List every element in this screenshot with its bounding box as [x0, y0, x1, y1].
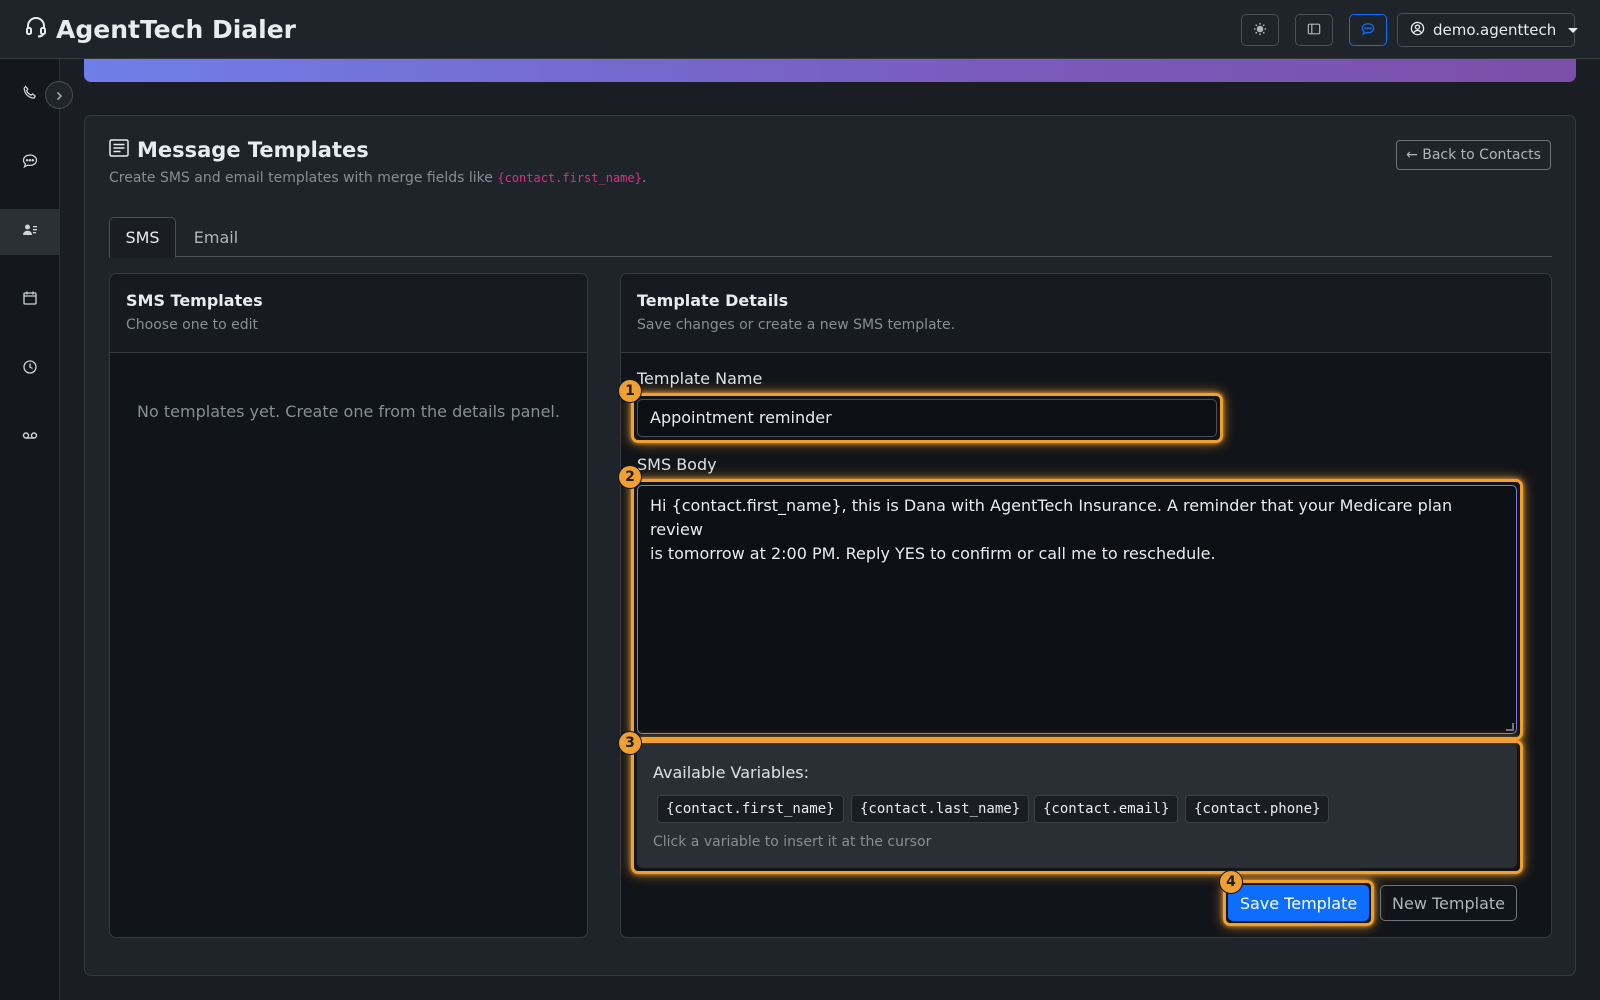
chat-icon: [1361, 21, 1375, 40]
page-subtitle-text: Create SMS and email templates with merg…: [109, 170, 498, 186]
variable-chip-last-name[interactable]: {contact.last_name}: [851, 795, 1030, 823]
calendar-icon: [22, 290, 38, 310]
templates-card: Message Templates Create SMS and email t…: [84, 115, 1576, 976]
annotation-badge: 4: [1219, 870, 1243, 894]
sidebar-toggle-button[interactable]: [1295, 14, 1333, 46]
merge-field-example: {contact.first_name}: [497, 171, 642, 185]
app-title: AgentTech Dialer: [56, 14, 297, 44]
voicemail-icon: [22, 427, 38, 447]
theme-toggle-button[interactable]: [1241, 14, 1279, 46]
app-brand[interactable]: AgentTech Dialer: [24, 14, 296, 44]
back-to-contacts-button[interactable]: ← Back to Contacts: [1396, 140, 1551, 170]
available-variables-box: Available Variables: {contact.first_name…: [637, 744, 1517, 868]
sidebar-item-history[interactable]: [0, 346, 59, 392]
user-circle-icon: [1410, 21, 1425, 40]
user-menu-dropdown[interactable]: demo.agenttech: [1397, 13, 1579, 47]
chevron-right-icon: [54, 86, 64, 105]
new-template-button[interactable]: New Template: [1380, 885, 1517, 921]
tab-sms[interactable]: SMS: [109, 217, 176, 258]
top-navbar: AgentTech Dialer demo.agenttech: [0, 0, 1600, 59]
annotation-badge: 3: [618, 731, 642, 755]
template-name-label: Template Name: [637, 369, 763, 388]
page-subtitle: Create SMS and email templates with merg…: [109, 170, 646, 186]
sidebar-item-calendar[interactable]: [0, 277, 59, 323]
sidebar-item-messages[interactable]: [0, 140, 59, 186]
variable-chip-phone[interactable]: {contact.phone}: [1185, 795, 1330, 823]
panel-subtitle: Save changes or create a new SMS templat…: [637, 317, 956, 333]
page-title: Message Templates: [109, 138, 369, 162]
sms-templates-panel: SMS Templates Choose one to edit No temp…: [109, 273, 588, 938]
variable-chip-email[interactable]: {contact.email}: [1034, 795, 1179, 823]
chevron-down-icon: [1568, 27, 1579, 33]
panel-subtitle: Choose one to edit: [126, 317, 259, 333]
save-template-button[interactable]: Save Template: [1228, 885, 1369, 921]
clock-icon: [22, 359, 38, 379]
sms-body-text: Hi {contact.first_name}, this is Dana wi…: [650, 496, 1453, 563]
sidebar-expand-button[interactable]: [45, 81, 73, 109]
variable-chip-first-name[interactable]: {contact.first_name}: [657, 795, 844, 823]
panel-title: SMS Templates: [126, 291, 263, 310]
page-subtitle-suffix: .: [641, 170, 647, 186]
panel-header: Template Details Save changes or create …: [621, 274, 1551, 353]
annotation-badge: 2: [618, 465, 642, 489]
phone-icon: [22, 85, 38, 105]
template-list-icon: [109, 138, 129, 162]
tab-email[interactable]: Email: [176, 217, 256, 258]
annotation-badge: 1: [618, 379, 642, 403]
empty-state-message: No templates yet. Create one from the de…: [137, 402, 560, 421]
sms-body-label: SMS Body: [637, 455, 717, 474]
resize-handle[interactable]: [1506, 723, 1514, 731]
variables-title: Available Variables:: [653, 763, 810, 782]
sun-icon: [1253, 21, 1267, 40]
sidebar: [0, 59, 60, 1000]
message-icon: [22, 153, 38, 173]
sidebar-item-contacts[interactable]: [0, 209, 59, 255]
user-name: demo.agenttech: [1433, 21, 1557, 39]
template-name-input[interactable]: Appointment reminder: [637, 399, 1217, 437]
headset-icon: [24, 14, 48, 44]
variables-hint: Click a variable to insert it at the cur…: [653, 834, 932, 850]
sms-body-textarea[interactable]: Hi {contact.first_name}, this is Dana wi…: [637, 485, 1517, 734]
sidebar-toggle-icon: [1307, 21, 1321, 40]
template-type-tabs: SMS Email: [109, 217, 1552, 258]
page-title-text: Message Templates: [137, 138, 369, 162]
chat-button[interactable]: [1349, 14, 1387, 46]
panel-title: Template Details: [637, 291, 789, 310]
template-details-panel: Template Details Save changes or create …: [618, 273, 1552, 938]
panel-header: SMS Templates Choose one to edit: [110, 274, 587, 353]
contacts-icon: [22, 222, 38, 242]
sidebar-item-voicemail[interactable]: [0, 414, 59, 460]
gradient-banner: [84, 59, 1576, 82]
